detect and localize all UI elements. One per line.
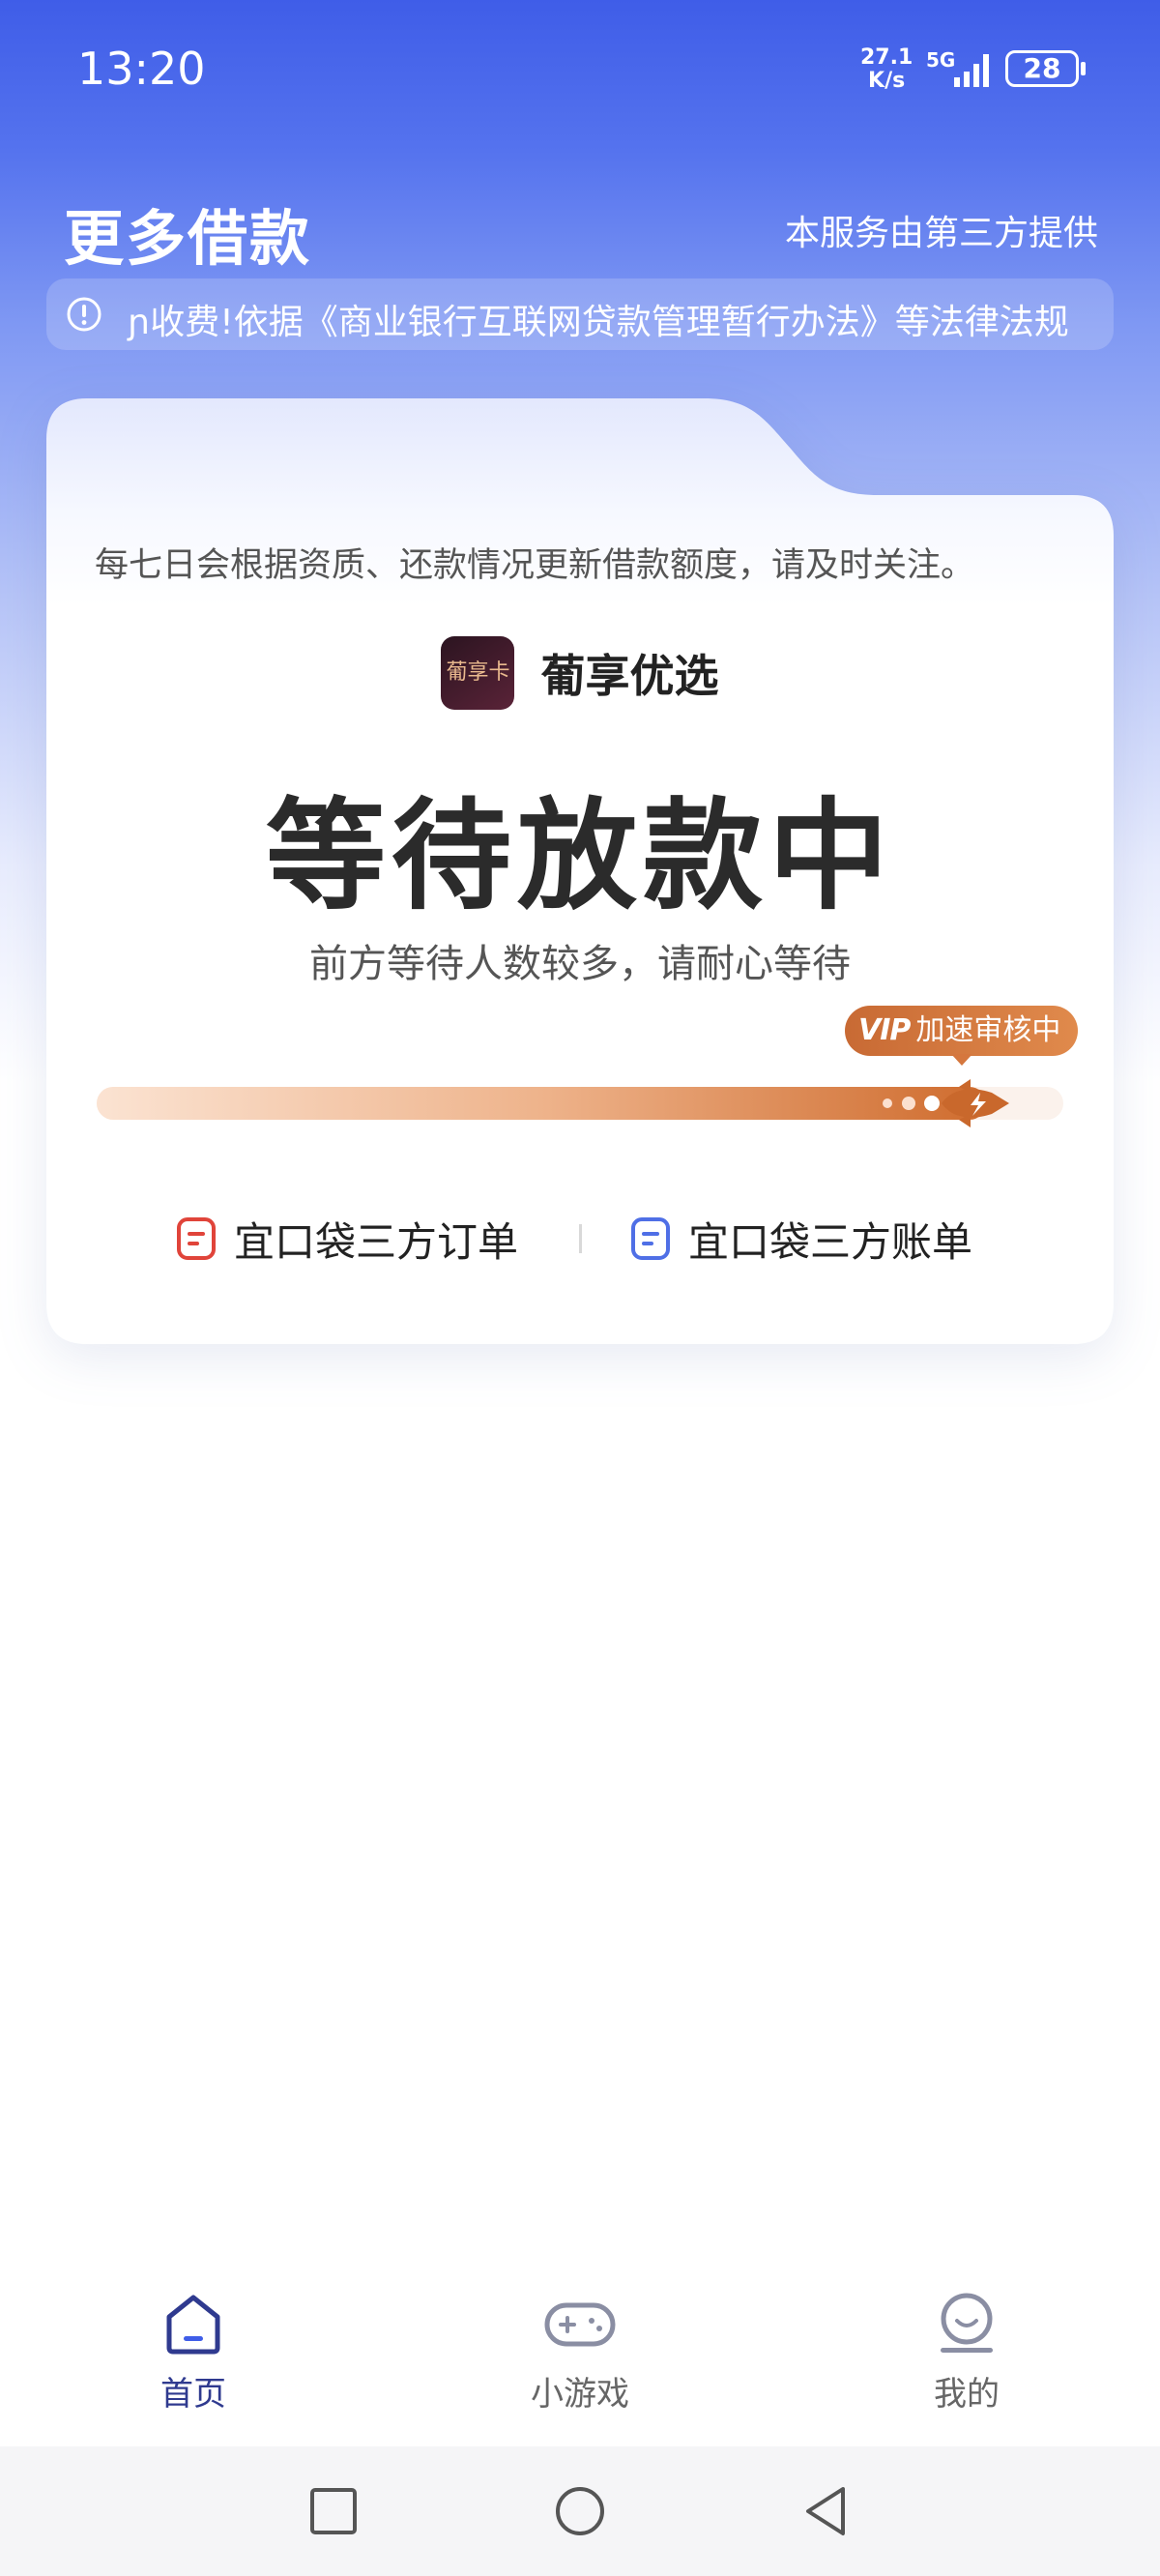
battery-tip (1081, 62, 1086, 75)
order-link[interactable]: 宜口袋三方订单 (176, 1205, 518, 1273)
nav-label-home: 首页 (160, 2375, 226, 2414)
rocket-icon (883, 1079, 1009, 1127)
card-description: 每七日会根据资质、还款情况更新借款额度，请及时关注。 (95, 546, 975, 585)
bill-link[interactable]: 宜口袋三方账单 (630, 1205, 972, 1273)
recent-apps-icon[interactable] (300, 2477, 367, 2545)
order-link-label: 宜口袋三方订单 (234, 1217, 519, 1266)
network-type: 5G (926, 48, 956, 72)
brand-name: 葡享优选 (540, 650, 719, 702)
network-speed: 27.1 K/s (860, 46, 913, 93)
notice-text-main: 费!依据《商业银行互联网贷款管理暂行办法》等法律法规 (185, 303, 1069, 342)
nav-item-home[interactable]: 首页 (97, 2292, 290, 2415)
notice-bar[interactable]: ɲ收费!依据《商业银行互联网贷款管理暂行办法》等法律法规 (46, 278, 1114, 350)
bill-link-label: 宜口袋三方账单 (688, 1217, 973, 1266)
vip-badge-pointer (951, 1054, 972, 1066)
status-time: 13:20 (77, 43, 206, 95)
vip-badge-text: 加速审核中 (915, 1013, 1061, 1047)
links-divider (579, 1224, 582, 1253)
home-icon (166, 2295, 220, 2355)
provider-note: 本服务由第三方提供 (784, 214, 1098, 253)
brand-logo: 葡享卡 (441, 636, 515, 710)
brand: 葡享卡 葡享优选 (46, 636, 1114, 710)
notice-text-clipped: ɲ收 (128, 303, 186, 342)
bill-doc-icon (631, 1217, 670, 1260)
vip-mark: VIP (858, 1013, 911, 1047)
card-links: 宜口袋三方订单 宜口袋三方账单 (46, 1205, 1114, 1273)
status-bar: 13:20 27.1 K/s 5G 28 (0, 0, 1160, 145)
order-doc-icon (177, 1217, 216, 1260)
notice-text: ɲ收费!依据《商业银行互联网贷款管理暂行办法》等法律法规 (128, 294, 1069, 344)
home-circle-icon[interactable] (546, 2477, 614, 2545)
page-title: 更多借款 (64, 203, 312, 274)
system-nav-bar (0, 2446, 1160, 2576)
info-icon (67, 297, 102, 332)
vip-accelerate-badge: VIP 加速审核中 (845, 1006, 1079, 1056)
loan-status-card: 每七日会根据资质、还款情况更新借款额度，请及时关注。 葡享卡 葡享优选 等待放款… (46, 398, 1114, 1344)
loan-status-subtitle: 前方等待人数较多，请耐心等待 (309, 942, 851, 986)
back-icon[interactable] (793, 2477, 860, 2545)
profile-icon (941, 2293, 993, 2353)
nav-item-games[interactable]: 小游戏 (483, 2292, 677, 2415)
signal-icon (954, 54, 989, 87)
network-speed-value: 27.1 (860, 45, 914, 70)
nav-label-mine: 我的 (934, 2375, 1000, 2414)
nav-label-games: 小游戏 (531, 2375, 629, 2414)
nav-item-mine[interactable]: 我的 (870, 2292, 1063, 2415)
progress-fill (97, 1087, 986, 1120)
battery-level: 28 (1023, 52, 1061, 84)
gamepad-icon (544, 2302, 616, 2347)
battery-icon: 28 (1005, 50, 1079, 87)
bottom-nav: 首页 小游戏 我的 (0, 2263, 1160, 2417)
loan-status-title: 等待放款中 (265, 787, 894, 926)
network-speed-unit: K/s (868, 69, 906, 93)
